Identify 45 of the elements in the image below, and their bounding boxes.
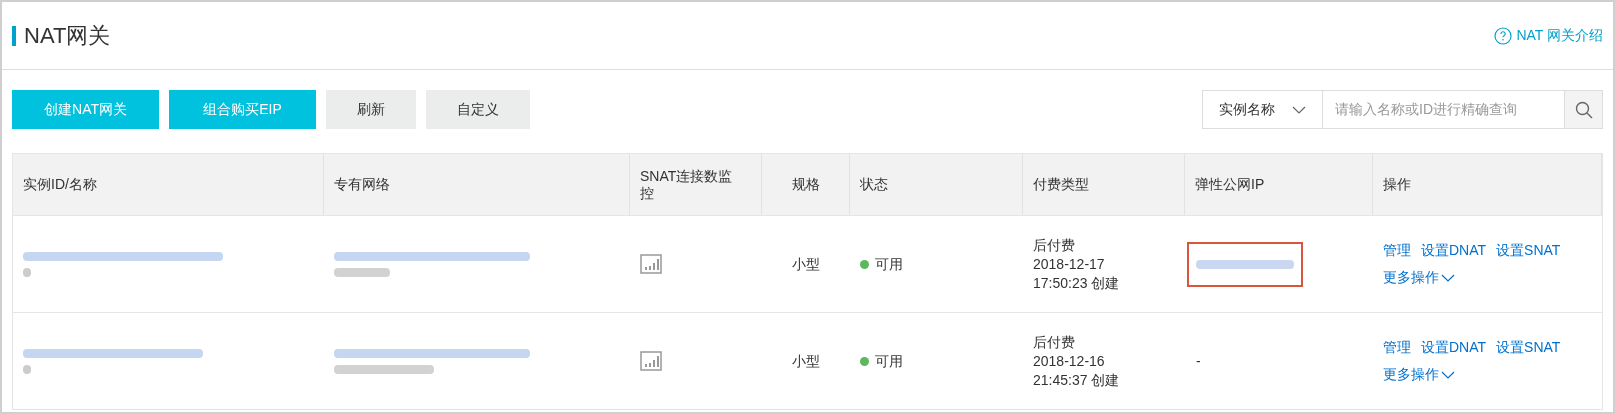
chevron-down-icon — [1292, 105, 1306, 114]
billing-text: 2018-12-16 — [1033, 351, 1106, 371]
action-link[interactable]: 管理 — [1383, 337, 1411, 358]
eip-text: - — [1196, 352, 1201, 369]
bar-chart-icon[interactable] — [640, 351, 662, 371]
spec-text: 小型 — [792, 351, 820, 371]
page-title: NAT网关 — [24, 22, 111, 50]
column-header: 操作 — [1383, 176, 1411, 193]
chevron-down-icon — [1441, 273, 1455, 282]
search-scope-select[interactable]: 实例名称 — [1202, 90, 1323, 129]
search-button[interactable] — [1564, 90, 1603, 129]
billing-text: 21:45:37 创建 — [1033, 370, 1121, 390]
help-link[interactable]: NAT 网关介绍 — [1494, 25, 1603, 46]
column-header: 规格 — [791, 176, 820, 193]
billing-text: 后付费 — [1033, 235, 1076, 255]
more-actions-link[interactable]: 更多操作 — [1383, 267, 1592, 288]
more-actions-link[interactable]: 更多操作 — [1383, 364, 1592, 385]
chevron-down-icon — [1441, 370, 1455, 379]
toolbar-button[interactable]: 自定义 — [426, 90, 530, 129]
toolbar-button[interactable]: 刷新 — [326, 90, 416, 129]
spec-text: 小型 — [792, 254, 820, 274]
column-header: 弹性公网IP — [1195, 176, 1265, 193]
column-header: 专有网络 — [334, 176, 390, 193]
help-icon — [1494, 26, 1513, 45]
title-accent-bar — [12, 25, 16, 46]
column-header: SNAT连接数监控 — [640, 167, 734, 202]
blurred-instance-name — [23, 364, 31, 374]
bar-chart-icon[interactable] — [640, 254, 662, 274]
action-link[interactable]: 设置DNAT — [1421, 337, 1487, 358]
column-header: 付费类型 — [1033, 176, 1089, 193]
billing-text: 后付费 — [1033, 332, 1076, 352]
column-header: 实例ID/名称 — [23, 176, 97, 193]
blurred-instance-name — [23, 267, 31, 277]
action-link[interactable]: 设置SNAT — [1496, 240, 1561, 261]
status-text: 可用 — [875, 254, 903, 274]
search-field[interactable]: 请输入名称或ID进行精确查询 — [1323, 90, 1564, 129]
billing-text: 2018-12-17 — [1033, 254, 1106, 274]
blurred-vpc-name — [334, 267, 390, 277]
billing-text: 17:50:23 创建 — [1033, 273, 1121, 293]
status-text: 可用 — [875, 351, 903, 371]
action-link[interactable]: 设置SNAT — [1496, 337, 1561, 358]
action-link[interactable]: 管理 — [1383, 240, 1411, 261]
column-header: 状态 — [860, 176, 888, 193]
search-icon — [1574, 100, 1593, 119]
action-link[interactable]: 设置DNAT — [1421, 240, 1487, 261]
